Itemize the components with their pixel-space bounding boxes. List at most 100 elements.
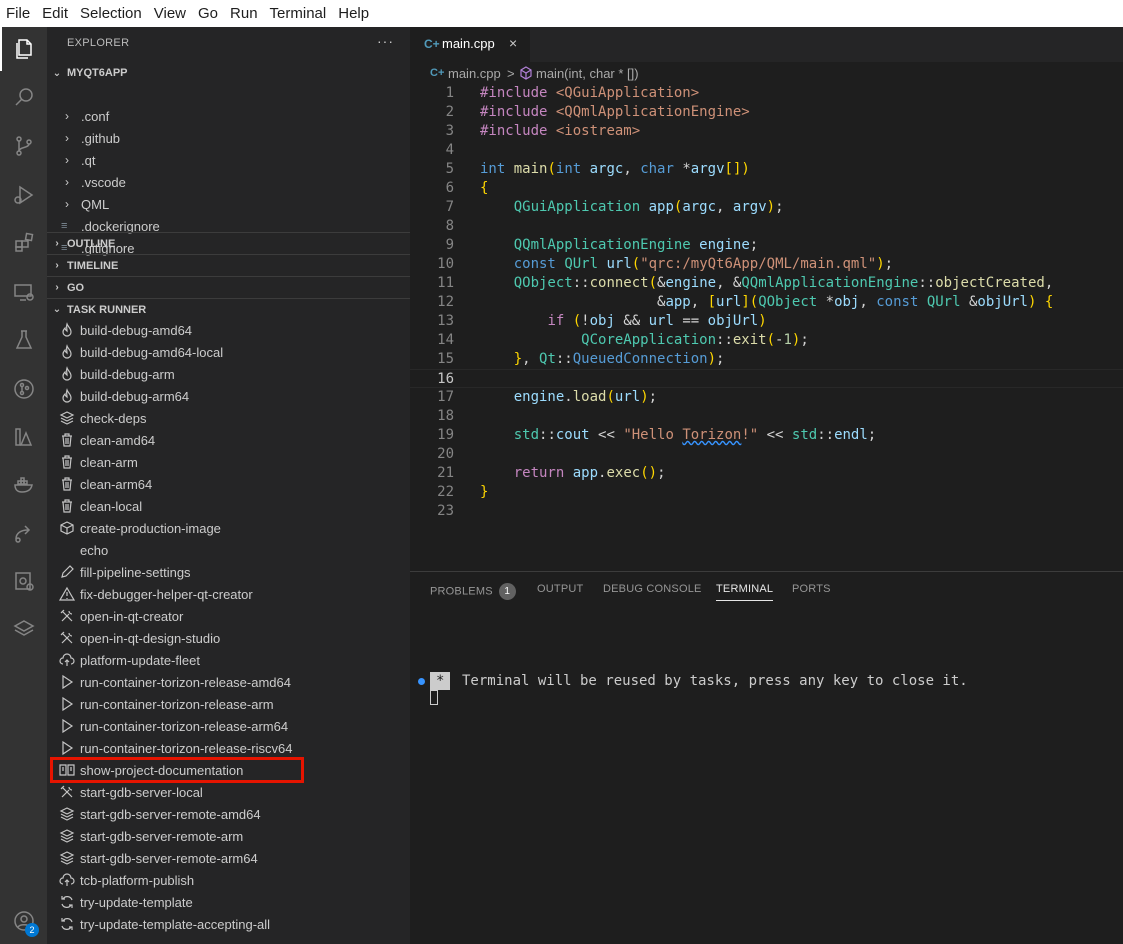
code-line[interactable]: 20 xyxy=(410,445,1123,464)
code-line[interactable]: 19 std::cout << "Hello Torizon!" << std:… xyxy=(410,426,1123,445)
task-open-in-qt-creator[interactable]: open-in-qt-creator xyxy=(47,605,410,627)
task-start-gdb-server-remote-arm64[interactable]: start-gdb-server-remote-arm64 xyxy=(47,847,410,869)
tab-output[interactable]: OUTPUT xyxy=(537,583,583,595)
tree-folder[interactable]: › .vscode xyxy=(47,171,410,193)
outline-section-header[interactable]: › OUTLINE xyxy=(47,232,410,254)
explorer-icon[interactable] xyxy=(0,27,47,71)
source-control-icon[interactable] xyxy=(0,124,47,168)
task-build-debug-amd64-local[interactable]: build-debug-amd64-local xyxy=(47,341,410,363)
task-echo[interactable]: echo xyxy=(47,539,410,561)
code-line[interactable]: 4 xyxy=(410,141,1123,160)
task-clean-amd64[interactable]: clean-amd64 xyxy=(47,429,410,451)
run-debug-icon[interactable] xyxy=(0,173,47,217)
code-line[interactable]: 18 xyxy=(410,407,1123,426)
task-fill-pipeline-settings[interactable]: fill-pipeline-settings xyxy=(47,561,410,583)
code-line[interactable]: 15 }, Qt::QueuedConnection); xyxy=(410,350,1123,369)
explorer-title: EXPLORER xyxy=(67,37,130,49)
task-try-update-template-accepting-all[interactable]: try-update-template-accepting-all xyxy=(47,913,410,935)
accounts-icon[interactable]: 2 xyxy=(0,899,47,943)
menu-help[interactable]: Help xyxy=(332,0,375,27)
code-line[interactable]: 17 engine.load(url); xyxy=(410,388,1123,407)
code-line[interactable]: 13 if (!obj && url == objUrl) xyxy=(410,312,1123,331)
code-editor[interactable]: 1 #include <QGuiApplication> 2 #include <QQ… xyxy=(410,84,1123,570)
task-clean-arm64[interactable]: clean-arm64 xyxy=(47,473,410,495)
task-start-gdb-server-remote-amd64[interactable]: start-gdb-server-remote-amd64 xyxy=(47,803,410,825)
code-line[interactable]: 21 return app.exec(); xyxy=(410,464,1123,483)
code-line[interactable]: 3 #include <iostream> xyxy=(410,122,1123,141)
task-build-debug-arm[interactable]: build-debug-arm xyxy=(47,363,410,385)
code-line[interactable]: 12 &app, [url](QObject *obj, const QUrl … xyxy=(410,293,1123,312)
docker-icon[interactable] xyxy=(0,463,47,507)
task-build-debug-arm64[interactable]: build-debug-arm64 xyxy=(47,385,410,407)
tab-debug-console[interactable]: DEBUG CONSOLE xyxy=(603,583,702,595)
code-line[interactable]: 6{ xyxy=(410,179,1123,198)
git-graph-icon[interactable] xyxy=(0,367,47,411)
task-tcb-platform-publish[interactable]: tcb-platform-publish xyxy=(47,869,410,891)
torizon-icon[interactable] xyxy=(0,559,47,603)
code-line[interactable]: 23 xyxy=(410,502,1123,521)
code-line[interactable]: 5 int main(int argc, char *argv[]) xyxy=(410,160,1123,179)
layers-icon xyxy=(59,806,75,822)
testing-icon[interactable] xyxy=(0,318,47,362)
task-run-container-torizon-release-arm[interactable]: run-container-torizon-release-arm xyxy=(47,693,410,715)
breadcrumb-file[interactable]: main.cpp xyxy=(448,66,501,81)
code-line[interactable]: 2 #include <QQmlApplicationEngine> xyxy=(410,103,1123,122)
task-run-container-torizon-release-riscv64[interactable]: run-container-torizon-release-riscv64 xyxy=(47,737,410,759)
extensions-icon[interactable] xyxy=(0,221,47,265)
tab-terminal[interactable]: TERMINAL xyxy=(716,583,774,601)
code-line[interactable]: 1 #include <QGuiApplication> xyxy=(410,84,1123,103)
task-fix-debugger-helper-qt-creator[interactable]: fix-debugger-helper-qt-creator xyxy=(47,583,410,605)
menu-go[interactable]: Go xyxy=(192,0,224,27)
code-line[interactable]: 16 xyxy=(410,369,1123,388)
code-line[interactable]: 10 const QUrl url("qrc:/myQt6App/QML/mai… xyxy=(410,255,1123,274)
task-create-production-image[interactable]: create-production-image xyxy=(47,517,410,539)
search-icon[interactable] xyxy=(0,75,47,119)
task-check-deps[interactable]: check-deps xyxy=(47,407,410,429)
layers-icon[interactable] xyxy=(0,607,47,651)
task-label: build-debug-amd64 xyxy=(80,322,193,338)
project-section-header[interactable]: ⌄ MYQT6APP xyxy=(47,62,410,84)
code-text: } xyxy=(480,484,489,500)
menu-edit[interactable]: Edit xyxy=(36,0,74,27)
layers-icon xyxy=(59,828,75,844)
task-clean-local[interactable]: clean-local xyxy=(47,495,410,517)
tree-folder[interactable]: › .qt xyxy=(47,149,410,171)
code-text: const QUrl url("qrc:/myQt6App/QML/main.q… xyxy=(513,256,894,272)
deploy-icon[interactable] xyxy=(0,511,47,555)
task-runner-section-header[interactable]: ⌄ TASK RUNNER xyxy=(47,298,410,320)
breadcrumb-symbol[interactable]: main(int, char * []) xyxy=(536,66,639,81)
task-open-in-qt-design-studio[interactable]: open-in-qt-design-studio xyxy=(47,627,410,649)
menu-view[interactable]: View xyxy=(148,0,192,27)
code-line[interactable]: 7 QGuiApplication app(argc, argv); xyxy=(410,198,1123,217)
tree-folder[interactable]: › QML xyxy=(47,193,410,215)
code-line[interactable]: 8 xyxy=(410,217,1123,236)
task-build-debug-amd64[interactable]: build-debug-amd64 xyxy=(47,319,410,341)
menu-run[interactable]: Run xyxy=(224,0,264,27)
remote-explorer-icon[interactable] xyxy=(0,270,47,314)
timeline-section-header[interactable]: › TIMELINE xyxy=(47,254,410,276)
linux-icon[interactable] xyxy=(0,415,47,459)
code-line[interactable]: 9 QQmlApplicationEngine engine; xyxy=(410,236,1123,255)
code-line[interactable]: 14 QCoreApplication::exit(-1); xyxy=(410,331,1123,350)
close-icon[interactable]: × xyxy=(509,35,517,51)
tab-main-cpp[interactable]: C+ main.cpp × xyxy=(410,27,530,62)
task-start-gdb-server-local[interactable]: start-gdb-server-local xyxy=(47,781,410,803)
task-try-update-template[interactable]: try-update-template xyxy=(47,891,410,913)
tab-ports[interactable]: PORTS xyxy=(792,583,831,595)
line-number: 6 xyxy=(445,180,454,196)
menu-file[interactable]: File xyxy=(0,0,36,27)
tree-folder[interactable]: › .github xyxy=(47,127,410,149)
more-actions-icon[interactable]: ··· xyxy=(377,33,394,49)
tab-problems[interactable]: PROBLEMS 1 xyxy=(430,583,516,600)
tree-folder[interactable]: › .conf xyxy=(47,105,410,127)
code-line[interactable]: 11 QObject::connect(&engine, &QQmlApplic… xyxy=(410,274,1123,293)
go-section-header[interactable]: › GO xyxy=(47,276,410,298)
task-run-container-torizon-release-arm64[interactable]: run-container-torizon-release-arm64 xyxy=(47,715,410,737)
task-run-container-torizon-release-amd64[interactable]: run-container-torizon-release-amd64 xyxy=(47,671,410,693)
task-platform-update-fleet[interactable]: platform-update-fleet xyxy=(47,649,410,671)
task-start-gdb-server-remote-arm[interactable]: start-gdb-server-remote-arm xyxy=(47,825,410,847)
menu-selection[interactable]: Selection xyxy=(74,0,148,27)
menu-terminal[interactable]: Terminal xyxy=(264,0,333,27)
task-clean-arm[interactable]: clean-arm xyxy=(47,451,410,473)
code-line[interactable]: 22} xyxy=(410,483,1123,502)
